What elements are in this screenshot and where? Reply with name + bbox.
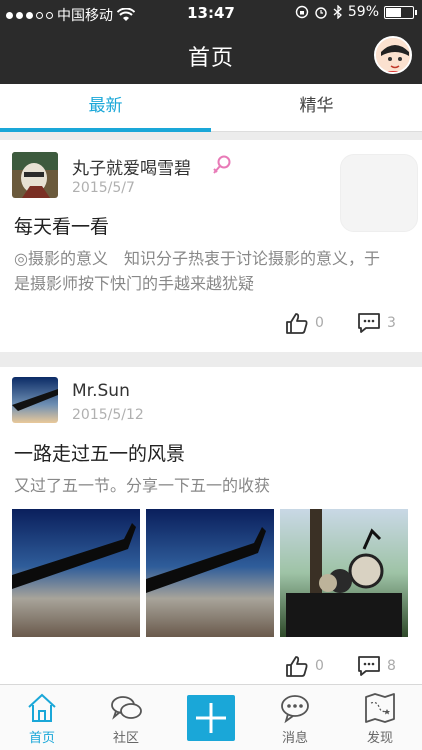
comment-icon bbox=[358, 313, 380, 333]
tab-featured[interactable]: 精华 bbox=[211, 84, 422, 130]
thumbs-up-icon bbox=[286, 656, 308, 677]
status-bar: 中国移动 13:47 59% bbox=[0, 0, 422, 26]
bottom-tab-bar: 首页 社区 消息 发现 bbox=[0, 684, 422, 750]
post-card[interactable]: 丸子就爱喝雪碧 2015/5/7 每天看一看 ◎摄影的意义 知识分子热衷于讨论摄… bbox=[0, 140, 422, 352]
post-photo[interactable] bbox=[146, 509, 274, 637]
post-date: 2015/5/12 bbox=[72, 407, 144, 423]
thumbs-up-icon bbox=[286, 313, 308, 334]
comment-count: 8 bbox=[387, 658, 396, 674]
post-photo[interactable] bbox=[280, 509, 408, 637]
page-title: 首页 bbox=[187, 46, 234, 71]
female-icon bbox=[213, 155, 231, 174]
post-title[interactable]: 每天看一看 bbox=[14, 212, 109, 239]
tabbar-community[interactable]: 社区 bbox=[91, 691, 161, 746]
author-name[interactable]: Mr.Sun bbox=[72, 381, 130, 401]
author-name[interactable]: 丸子就爱喝雪碧 bbox=[72, 154, 191, 179]
tab-latest[interactable]: 最新 bbox=[0, 84, 211, 130]
comment-count: 3 bbox=[387, 315, 396, 331]
like-button[interactable]: 0 bbox=[285, 655, 324, 677]
tabbar-messages[interactable]: 消息 bbox=[260, 691, 330, 746]
tabbar-home[interactable]: 首页 bbox=[7, 691, 77, 746]
nav-bar: 首页 bbox=[0, 26, 422, 84]
orientation-lock-icon bbox=[295, 5, 309, 19]
post-date: 2015/5/7 bbox=[72, 180, 135, 196]
add-post-button[interactable] bbox=[187, 695, 235, 741]
tabbar-label: 社区 bbox=[112, 731, 139, 746]
author-avatar[interactable] bbox=[12, 377, 58, 423]
plus-icon bbox=[196, 703, 226, 733]
comment-button[interactable]: 3 bbox=[357, 312, 396, 334]
post-thumbnail[interactable] bbox=[340, 154, 418, 232]
post-excerpt[interactable]: 又过了五一节。分享一下五一的收获 bbox=[14, 473, 394, 498]
comment-icon bbox=[358, 656, 380, 676]
post-photo[interactable] bbox=[12, 509, 140, 637]
like-button[interactable]: 0 bbox=[285, 312, 324, 334]
tabbar-label: 消息 bbox=[281, 731, 308, 746]
message-icon bbox=[281, 695, 309, 724]
bluetooth-icon bbox=[333, 5, 342, 19]
author-avatar[interactable] bbox=[12, 152, 58, 198]
tabbar-label: 首页 bbox=[28, 731, 55, 746]
chat-bubbles-icon bbox=[111, 696, 142, 720]
feed-tabs: 最新 精华 bbox=[0, 84, 422, 132]
tabbar-discover[interactable]: 发现 bbox=[345, 691, 415, 746]
post-photos bbox=[12, 509, 408, 637]
map-icon bbox=[365, 693, 395, 723]
alarm-icon bbox=[315, 7, 327, 19]
battery-percent: 59% bbox=[347, 4, 379, 20]
tabbar-label: 发现 bbox=[366, 731, 393, 746]
like-count: 0 bbox=[315, 658, 324, 674]
home-icon bbox=[28, 693, 56, 722]
post-title[interactable]: 一路走过五一的风景 bbox=[14, 439, 185, 466]
like-count: 0 bbox=[315, 315, 324, 331]
user-avatar[interactable] bbox=[374, 36, 412, 74]
tab-active-indicator bbox=[0, 128, 211, 132]
comment-button[interactable]: 8 bbox=[357, 655, 396, 677]
post-excerpt[interactable]: ◎摄影的意义 知识分子热衷于讨论摄影的意义，于是摄影师按下快门的手越来越犹疑 bbox=[14, 246, 394, 296]
battery-icon bbox=[384, 5, 417, 19]
post-card[interactable]: Mr.Sun 2015/5/12 一路走过五一的风景 又过了五一节。分享一下五一… bbox=[0, 367, 422, 685]
